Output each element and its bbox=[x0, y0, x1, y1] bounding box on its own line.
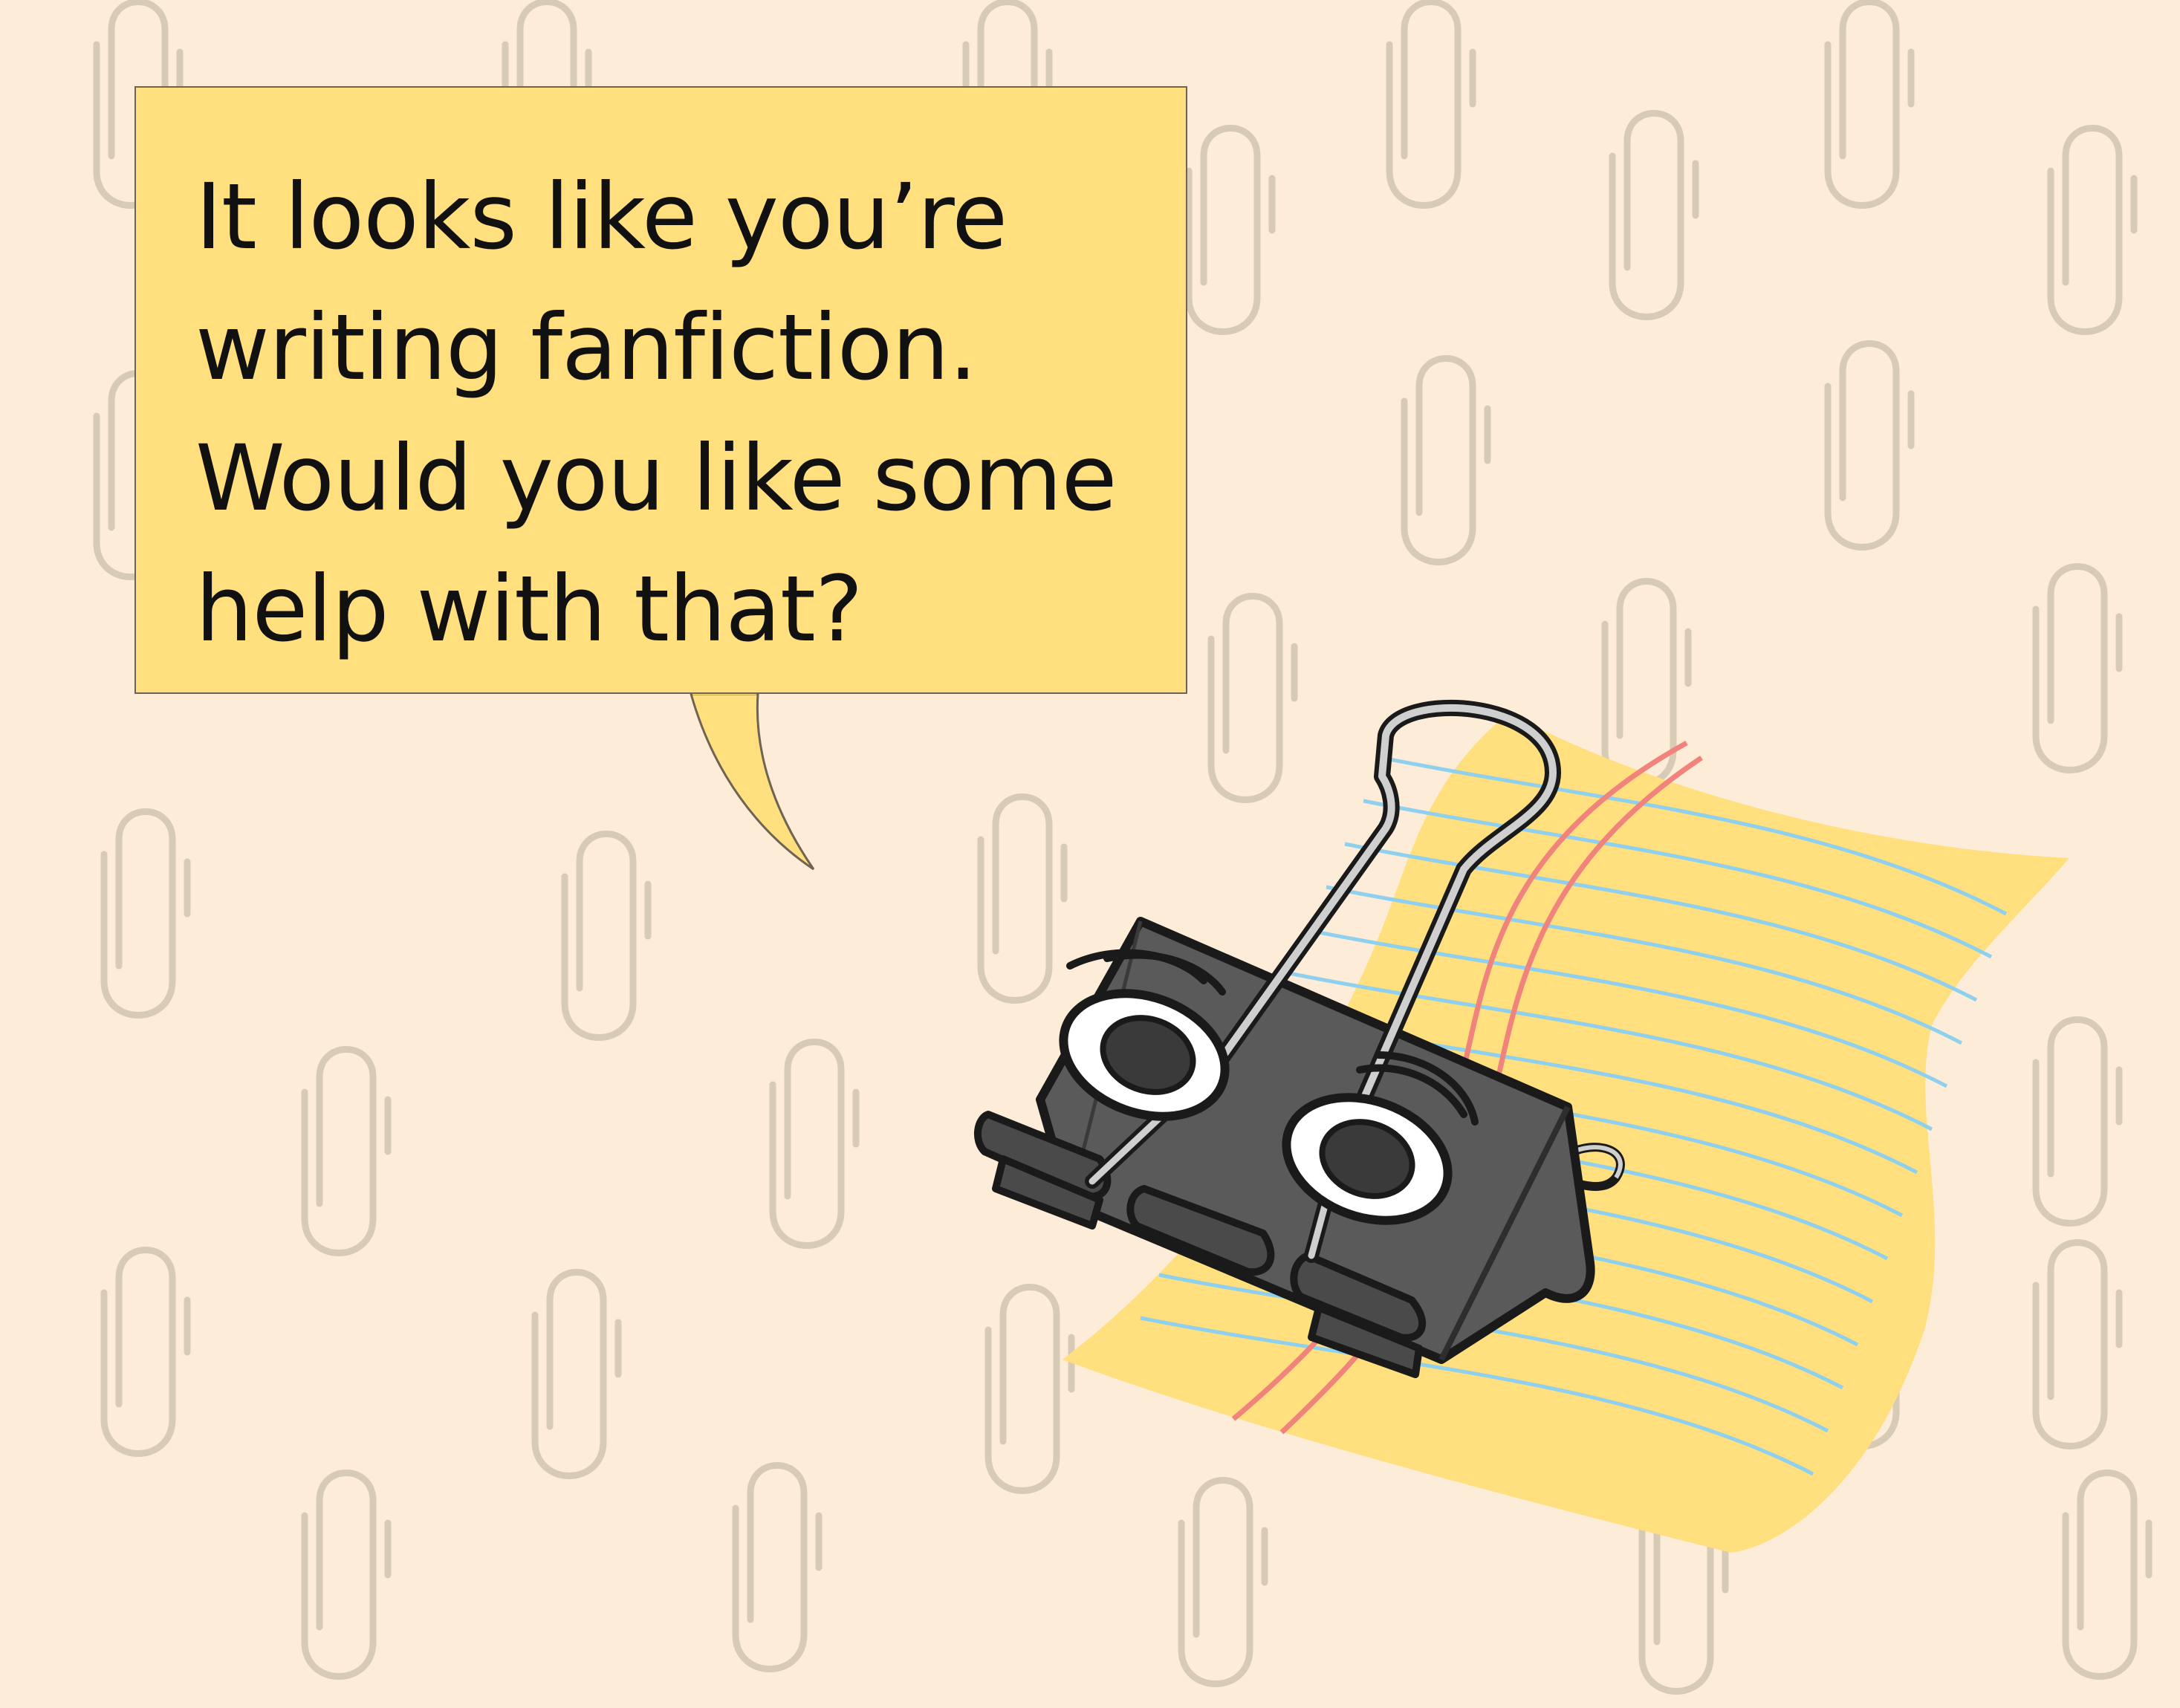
paperclip-icon bbox=[2036, 1243, 2119, 1446]
speech-line-2: writing fanfiction. bbox=[195, 295, 978, 400]
speech-bubble: It looks like you’re writing fanfiction.… bbox=[134, 86, 1187, 694]
paperclip-icon bbox=[1181, 1481, 1265, 1684]
paperclip-icon bbox=[2036, 567, 2119, 770]
speech-line-1: It looks like you’re bbox=[195, 164, 1008, 270]
paperclip-icon bbox=[1389, 2, 1473, 206]
paperclip-icon bbox=[535, 1273, 618, 1476]
paperclip-icon bbox=[104, 1250, 187, 1454]
paperclip-icon bbox=[773, 1042, 856, 1246]
paperclip-icon bbox=[1828, 344, 1911, 548]
speech-line-4: help with that? bbox=[195, 556, 863, 662]
paperclip-icon bbox=[1612, 114, 1696, 317]
paperclip-icon bbox=[2036, 1020, 2119, 1224]
paperclip-icon bbox=[1828, 2, 1911, 206]
speech-bubble-tail bbox=[690, 692, 815, 871]
speech-line-3: Would you like some bbox=[195, 426, 1117, 531]
paperclip-icon bbox=[565, 834, 648, 1038]
paperclip-icon bbox=[988, 1288, 1071, 1491]
paperclip-icon bbox=[305, 1050, 388, 1253]
paperclip-icon bbox=[1404, 359, 1488, 562]
paperclip-icon bbox=[1189, 129, 1272, 332]
speech-bubble-text: It looks like you’re writing fanfiction.… bbox=[195, 152, 1186, 675]
paperclip-icon bbox=[1605, 582, 1688, 785]
paperclip-icon bbox=[1211, 597, 1294, 800]
paperclip-icon bbox=[2066, 1473, 2149, 1677]
paperclip-icon bbox=[305, 1473, 388, 1677]
paperclip-icon bbox=[104, 812, 187, 1016]
paperclip-icon bbox=[736, 1466, 819, 1669]
paperclip-icon bbox=[981, 797, 1064, 1001]
paperclip-icon bbox=[2051, 129, 2134, 332]
